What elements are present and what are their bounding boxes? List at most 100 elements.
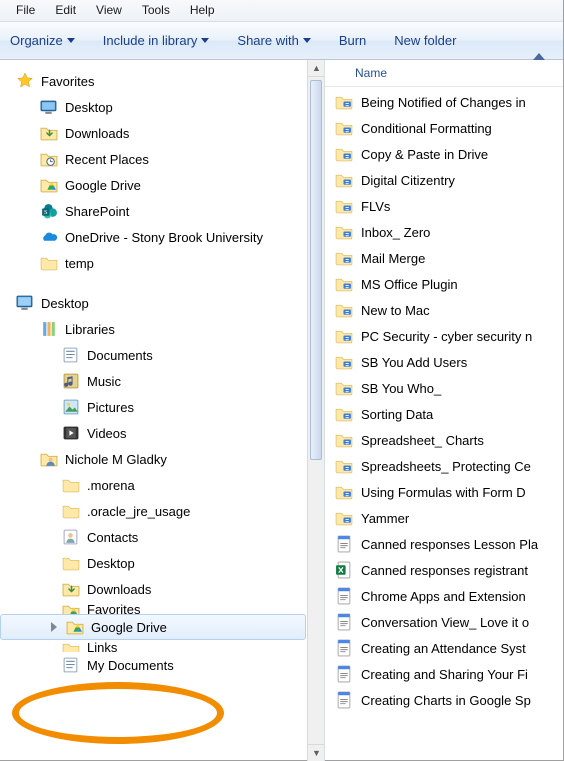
scroll-thumb[interactable] [310,80,322,460]
file-item[interactable]: SB You Add Users [325,349,563,375]
tree-item-label: Recent Places [65,152,149,167]
file-item[interactable]: Inbox_ Zero [325,219,563,245]
favorites-item[interactable]: Desktop [0,94,324,120]
gdoc-icon [335,691,353,709]
share-with-button[interactable]: Share with [237,33,310,48]
tree-item-label: Videos [87,426,127,441]
nav-scrollbar[interactable]: ▲ ▼ [307,60,324,761]
file-item[interactable]: Chrome Apps and Extension [325,583,563,609]
pin-toolbar-icon[interactable] [533,53,545,60]
desktop-root[interactable]: Desktop [0,290,324,316]
expander-icon[interactable] [49,622,59,632]
favorites-item[interactable]: temp [0,250,324,276]
favorites-root[interactable]: Favorites [0,68,324,94]
favorites-item[interactable]: Google Drive [0,172,324,198]
gfolder-icon [335,275,353,293]
file-name-label: SB You Who_ [361,381,441,396]
tree-item-label: .oracle_jre_usage [87,504,190,519]
tree-item-label: OneDrive - Stony Brook University [65,230,263,245]
toolbar: Organize Include in library Share with B… [0,22,563,60]
file-name-label: Canned responses Lesson Pla [361,537,538,552]
user-subfolder[interactable]: .oracle_jre_usage [0,498,324,524]
gfolder-icon [335,327,353,345]
file-name-label: Conversation View_ Love it o [361,615,529,630]
file-item[interactable]: PC Security - cyber security n [325,323,563,349]
file-name-label: Spreadsheets_ Protecting Ce [361,459,531,474]
file-item[interactable]: New to Mac [325,297,563,323]
favorites-group: Favorites Desktop Downloads Recent Place… [0,68,324,276]
file-item[interactable]: Mail Merge [325,245,563,271]
scroll-up-icon[interactable]: ▲ [308,60,324,77]
menu-help[interactable]: Help [180,2,225,19]
contacts-icon [62,528,80,546]
folder-icon [62,554,80,572]
file-name-label: MS Office Plugin [361,277,458,292]
file-item[interactable]: Creating and Sharing Your Fi [325,661,563,687]
file-item[interactable]: Sorting Data [325,401,563,427]
caret-down-icon [303,38,311,43]
library-item[interactable]: Pictures [0,394,324,420]
favorites-item[interactable]: Recent Places [0,146,324,172]
burn-button[interactable]: Burn [339,33,366,48]
tree-item-label: Pictures [87,400,134,415]
file-item[interactable]: Spreadsheet_ Charts [325,427,563,453]
menu-file[interactable]: File [6,2,45,19]
file-item[interactable]: Conversation View_ Love it o [325,609,563,635]
tree-item-label: Downloads [65,126,129,141]
recent-icon [40,150,58,168]
name-column-header[interactable]: Name [355,66,387,80]
user-subfolder[interactable]: Contacts [0,524,324,550]
library-item[interactable]: Music [0,368,324,394]
gdoc-icon [335,639,353,657]
user-subfolder[interactable]: Links [0,640,324,652]
menu-edit[interactable]: Edit [45,2,86,19]
favorites-item[interactable]: Downloads [0,120,324,146]
gdrive-icon [66,618,84,636]
file-item[interactable]: MS Office Plugin [325,271,563,297]
library-item[interactable]: Videos [0,420,324,446]
include-in-library-button[interactable]: Include in library [103,33,210,48]
tree-item-label: Music [87,374,121,389]
file-item[interactable]: Using Formulas with Form D [325,479,563,505]
file-item[interactable]: FLVs [325,193,563,219]
file-name-label: Creating Charts in Google Sp [361,693,531,708]
libraries-node[interactable]: Libraries [0,316,324,342]
desktop-group: Desktop Libraries Documents Music Pictur… [0,290,324,678]
user-subfolder[interactable]: Google Drive [0,614,306,640]
file-name-label: New to Mac [361,303,430,318]
star-icon [16,72,34,90]
file-item[interactable]: SB You Who_ [325,375,563,401]
user-subfolder[interactable]: My Documents [0,652,324,678]
file-item[interactable]: Creating Charts in Google Sp [325,687,563,713]
column-headers: Name [325,60,563,87]
file-name-label: Digital Citizentry [361,173,455,188]
new-folder-button[interactable]: New folder [394,33,456,48]
file-name-label: PC Security - cyber security n [361,329,532,344]
user-subfolder[interactable]: Downloads [0,576,324,602]
file-item[interactable]: Copy & Paste in Drive [325,141,563,167]
user-subfolder[interactable]: .morena [0,472,324,498]
file-item[interactable]: Digital Citizentry [325,167,563,193]
scroll-down-icon[interactable]: ▼ [308,744,324,761]
file-item[interactable]: Yammer [325,505,563,531]
user-folder-node[interactable]: Nichole M Gladky [0,446,324,472]
favorites-item[interactable]: SharePoint [0,198,324,224]
user-subfolder[interactable]: Favorites [0,602,324,614]
favorites-item[interactable]: OneDrive - Stony Brook University [0,224,324,250]
file-item[interactable]: Canned responses registrant [325,557,563,583]
file-item[interactable]: Canned responses Lesson Pla [325,531,563,557]
tree-item-label: Documents [87,348,153,363]
library-item[interactable]: Documents [0,342,324,368]
gdoc-icon [335,587,353,605]
menu-tools[interactable]: Tools [132,2,180,19]
file-item[interactable]: Spreadsheets_ Protecting Ce [325,453,563,479]
file-item[interactable]: Creating an Attendance Syst [325,635,563,661]
file-item[interactable]: Conditional Formatting [325,115,563,141]
file-name-label: Creating and Sharing Your Fi [361,667,528,682]
menu-view[interactable]: View [86,2,132,19]
libraries-label: Libraries [65,322,115,337]
downloads-icon [62,580,80,598]
file-item[interactable]: Being Notified of Changes in [325,89,563,115]
organize-button[interactable]: Organize [10,33,75,48]
user-subfolder[interactable]: Desktop [0,550,324,576]
